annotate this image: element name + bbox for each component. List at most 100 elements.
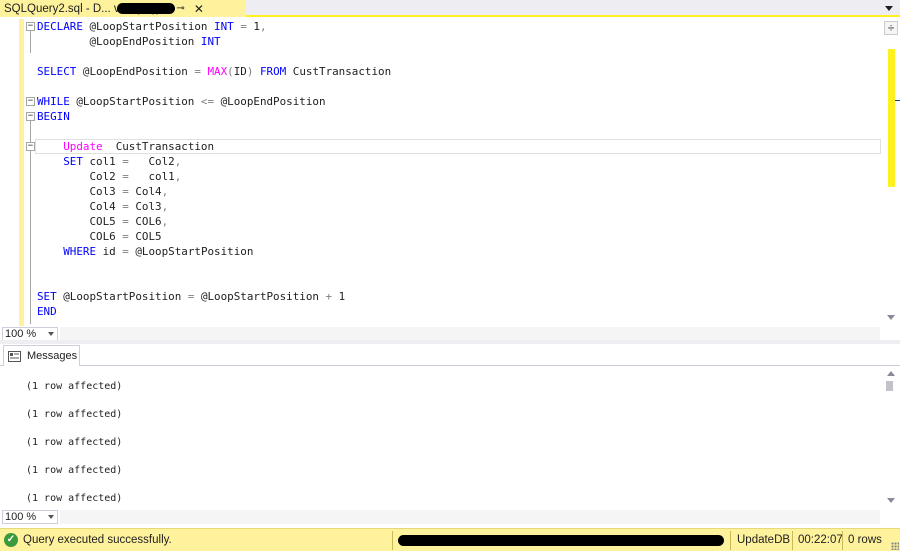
code-token: Col3 [37,185,123,198]
code-line[interactable] [37,79,391,94]
code-token: SET [63,155,90,168]
pin-icon[interactable]: ⊸ [176,3,184,14]
code-token: DECLARE [37,20,90,33]
code-token: + [325,290,339,303]
messages-horizontal-scrollbar[interactable] [60,510,880,524]
scroll-down-icon[interactable] [887,315,895,320]
code-line[interactable] [37,259,391,274]
code-line[interactable]: SET @LoopStartPosition = @LoopStartPosit… [37,289,391,304]
code-token: = [122,155,136,168]
code-token: SET [37,290,64,303]
code-token: BEGIN [37,110,70,123]
code-token: Col2 [37,170,123,183]
resize-grip-icon[interactable] [891,542,899,550]
code-line[interactable]: SET col1 = Col2, [37,154,391,169]
code-token: @LoopEndPosition [82,65,195,78]
fold-toggle-icon[interactable]: − [26,97,35,106]
fold-toggle-icon[interactable]: − [26,22,35,31]
code-token: COL5 [135,230,162,243]
fold-toggle-icon[interactable]: − [26,112,35,121]
close-icon[interactable]: ✕ [194,2,204,16]
code-line[interactable]: @LoopEndPosition INT [37,34,391,49]
sql-code[interactable]: DECLARE @LoopStartPosition INT = 1, @Loo… [37,19,391,319]
editor-horizontal-scrollbar[interactable] [60,327,880,341]
code-token: @LoopEndPosition [214,95,326,108]
code-token: INT [200,35,221,48]
code-token: , [174,170,182,183]
messages-zoom-select[interactable]: 100 % [2,510,58,524]
code-line[interactable]: COL6 = COL5 [37,229,391,244]
editor-vertical-scrollbar[interactable]: ÷ [882,19,900,326]
fold-toggle-icon[interactable]: − [26,142,35,151]
code-token: = [194,65,208,78]
code-line[interactable]: WHERE id = @LoopStartPosition [37,244,391,259]
code-line[interactable]: COL5 = COL6, [37,214,391,229]
code-token: @LoopEndPosition [37,35,201,48]
status-message: Query executed successfully. [23,534,172,546]
editor-zoom-select[interactable]: 100 % [2,327,58,341]
message-line: (1 row affected) [26,381,123,392]
tab-messages-label: Messages [27,350,78,362]
status-divider [730,531,731,550]
code-token: @LoopStartPosition [89,20,215,33]
code-line[interactable]: DECLARE @LoopStartPosition INT = 1, [37,19,391,34]
code-token: SELECT [37,65,83,78]
fold-guide [30,31,31,53]
code-token: col1 [135,170,175,183]
scroll-up-icon[interactable] [887,371,895,376]
redaction-mark [117,3,175,14]
code-line[interactable] [37,49,391,64]
code-token: MAX [207,65,228,78]
messages-pane[interactable]: (1 row affected) (1 row affected) (1 row… [0,366,900,509]
code-token: @LoopStartPosition [200,290,326,303]
code-token: COL5 [37,215,123,228]
code-token: WHILE [37,95,77,108]
code-token: col1 [89,155,123,168]
code-token: = [122,230,136,243]
code-line[interactable]: Col3 = Col4, [37,184,391,199]
scrollbar-thumb[interactable] [886,381,893,391]
code-token: CustTransaction [102,140,215,153]
split-window-icon[interactable]: ÷ [884,21,898,35]
code-token: = [187,290,201,303]
code-token: 1 [338,290,346,303]
code-line[interactable]: BEGIN [37,109,391,124]
scroll-marker [895,100,900,101]
code-token: COL6 [135,215,162,228]
code-token: = [233,20,254,33]
scrollbar-thumb[interactable] [888,49,895,187]
code-line[interactable]: END [37,304,391,319]
code-line[interactable] [37,274,391,289]
code-token: , [161,215,169,228]
code-token: = [122,185,136,198]
status-bar: ✓ Query executed successfully. UpdateDB … [0,528,900,551]
query-editor[interactable]: − − − − DECLARE @LoopStartPosition INT =… [0,19,900,326]
status-database: UpdateDB [737,534,791,546]
results-tab-bar: Messages [0,344,900,367]
code-line[interactable]: WHILE @LoopStartPosition <= @LoopEndPosi… [37,94,391,109]
tab-dropdown-icon[interactable] [884,3,894,13]
message-line: (1 row affected) [26,437,123,448]
code-token: ID [233,65,247,78]
tab-messages[interactable]: Messages [3,345,80,367]
code-token: Col2 [135,155,175,168]
message-line: (1 row affected) [26,493,123,504]
code-line[interactable] [37,124,391,139]
scroll-down-icon[interactable] [887,498,895,503]
status-row-count: 0 rows [848,534,882,546]
messages-vertical-scrollbar[interactable] [882,366,900,509]
code-line[interactable]: Col4 = Col3, [37,199,391,214]
document-tab-strip: SQLQuery2.sql - D... ved (51))* ⊸ ✕ [0,0,900,17]
redaction-mark [398,535,724,546]
code-line[interactable]: Col2 = col1, [37,169,391,184]
code-token: @LoopStartPosition [135,245,254,258]
messages-icon [8,350,21,362]
code-line[interactable]: Update CustTransaction [37,139,391,154]
code-token: , [259,20,267,33]
code-line[interactable]: SELECT @LoopEndPosition = MAX(ID) FROM C… [37,64,391,79]
code-token: , [174,155,182,168]
status-divider [842,531,843,550]
